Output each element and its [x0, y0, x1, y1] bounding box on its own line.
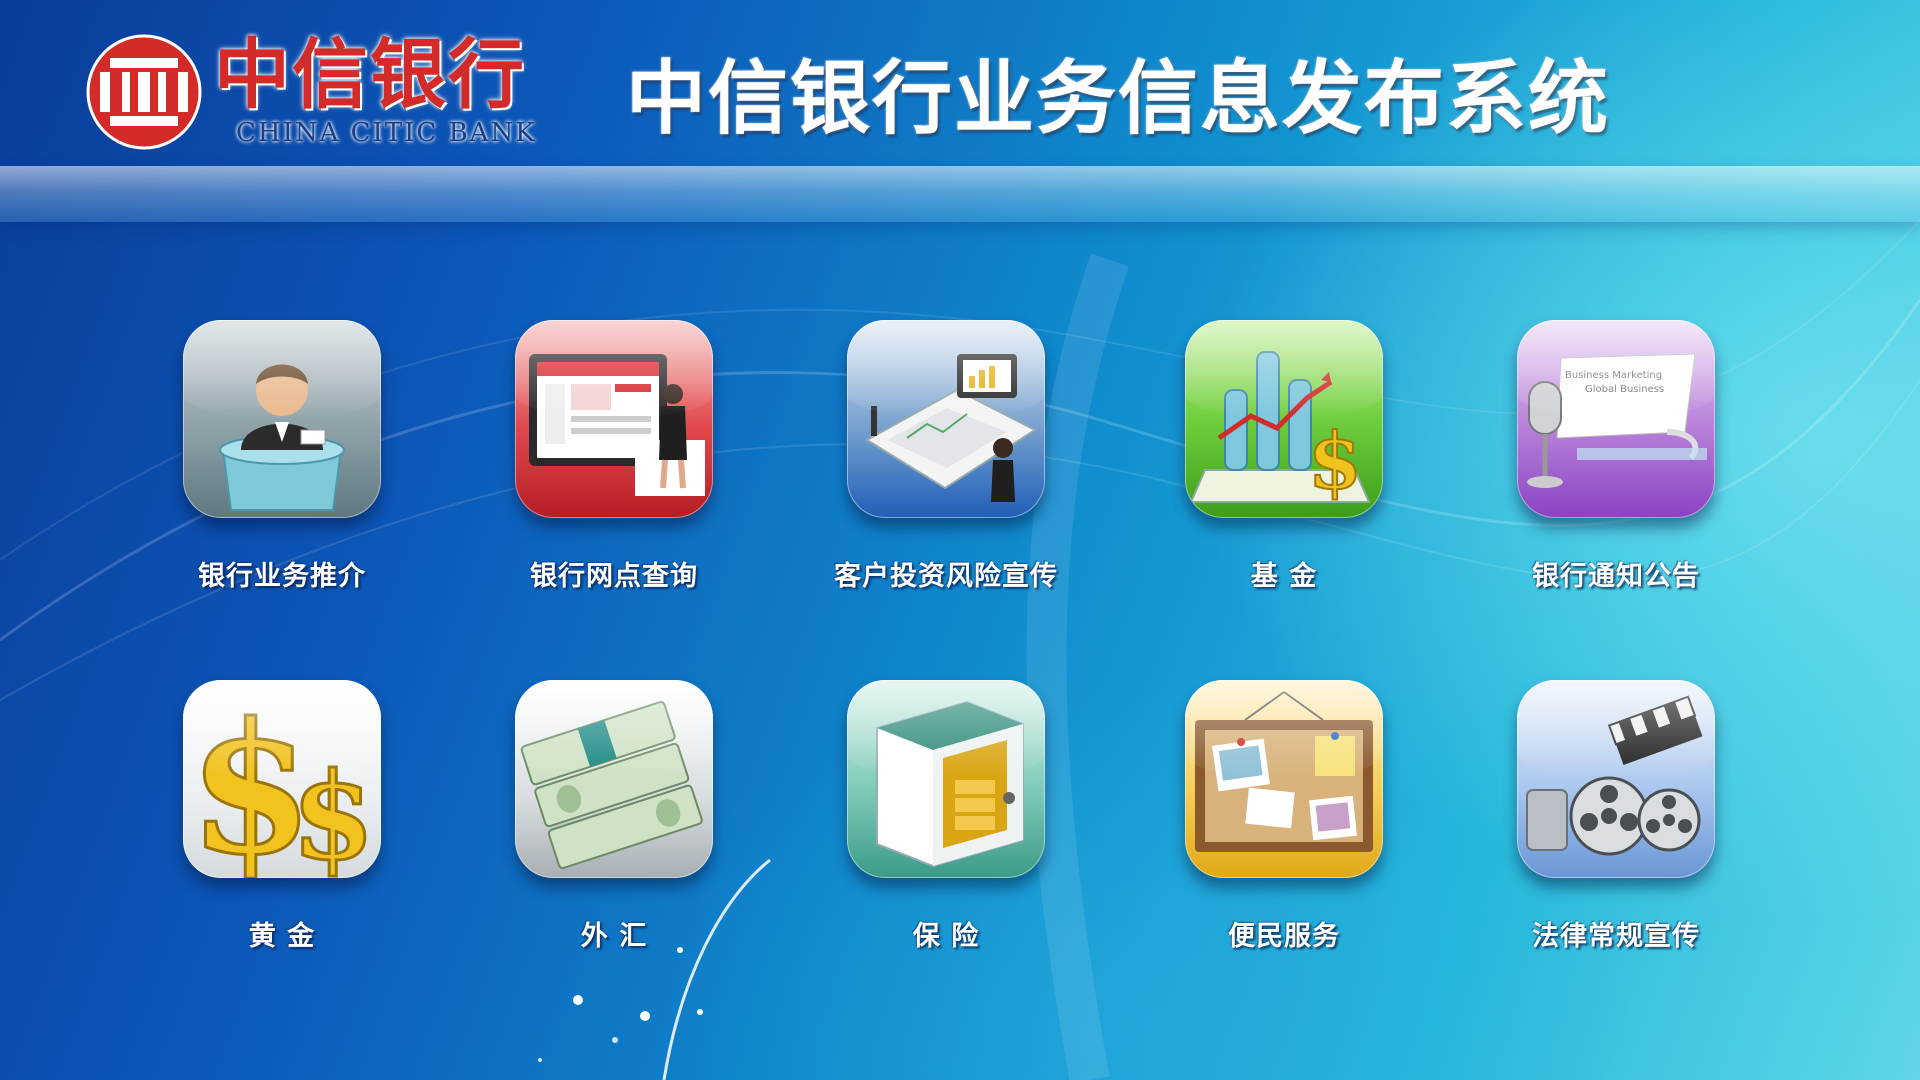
- header: 中信银行 CHINA CITIC BANK 中信银行业务信息发布系统: [0, 0, 1920, 166]
- logo-text-chinese: 中信银行: [214, 30, 526, 119]
- app-insurance[interactable]: 保 险: [824, 678, 1064, 988]
- bank-logo: 中信银行 CHINA CITIC BANK: [86, 30, 546, 150]
- app-bank-business-intro[interactable]: 银行业务推介: [160, 318, 400, 628]
- page-title: 中信银行业务信息发布系统: [626, 51, 1610, 145]
- app-label: 基 金: [1250, 561, 1318, 592]
- citic-logo-icon: [86, 34, 202, 150]
- app-label: 外 汇: [580, 921, 648, 952]
- app-branch-search[interactable]: 银行网点查询: [492, 318, 732, 628]
- safe-box-icon[interactable]: [847, 680, 1045, 878]
- microphone-announcement-icon[interactable]: Business Marketing Global Business: [1517, 320, 1715, 518]
- bank-clerk-icon[interactable]: [183, 320, 381, 518]
- app-label: 保 险: [912, 921, 980, 952]
- app-label: 法律常规宣传: [1532, 921, 1700, 952]
- app-bank-notice[interactable]: Business Marketing Global Business 银行通知公…: [1494, 318, 1734, 628]
- cash-bundles-icon[interactable]: [515, 680, 713, 878]
- app-label: 银行通知公告: [1532, 561, 1700, 592]
- fund-chart-dollar-icon[interactable]: $: [1185, 320, 1383, 518]
- svg-text:$: $: [291, 746, 375, 878]
- app-grid: 银行业务推介 银行网点查询 客户投资风险宣传 $ 基 金 Business Ma…: [160, 318, 1780, 978]
- app-gold[interactable]: $ $ 黄 金: [160, 678, 400, 988]
- app-convenience-service[interactable]: 便民服务: [1162, 678, 1402, 988]
- app-fund[interactable]: $ 基 金: [1162, 318, 1402, 628]
- promo-text-line-2: Global Business: [1585, 384, 1664, 395]
- film-reels-clapperboard-icon[interactable]: [1517, 680, 1715, 878]
- app-label: 客户投资风险宣传: [834, 561, 1058, 592]
- app-label: 银行网点查询: [530, 561, 698, 592]
- app-label: 黄 金: [248, 921, 316, 952]
- header-divider-band: [0, 166, 1920, 222]
- promo-text-line-1: Business Marketing: [1565, 370, 1662, 381]
- app-legal-publicity[interactable]: 法律常规宣传: [1494, 678, 1734, 988]
- logo-text-english: CHINA CITIC BANK: [236, 118, 537, 148]
- app-label: 便民服务: [1228, 921, 1340, 952]
- svg-text:$: $: [1308, 416, 1362, 507]
- gold-dollar-signs-icon[interactable]: $ $: [183, 680, 381, 878]
- app-foreign-exchange[interactable]: 外 汇: [492, 678, 732, 988]
- investment-risk-documents-icon[interactable]: [847, 320, 1045, 518]
- branch-search-screen-icon[interactable]: [515, 320, 713, 518]
- app-label: 银行业务推介: [198, 561, 366, 592]
- app-investment-risk[interactable]: 客户投资风险宣传: [824, 318, 1064, 628]
- cork-bulletin-board-icon[interactable]: [1185, 680, 1383, 878]
